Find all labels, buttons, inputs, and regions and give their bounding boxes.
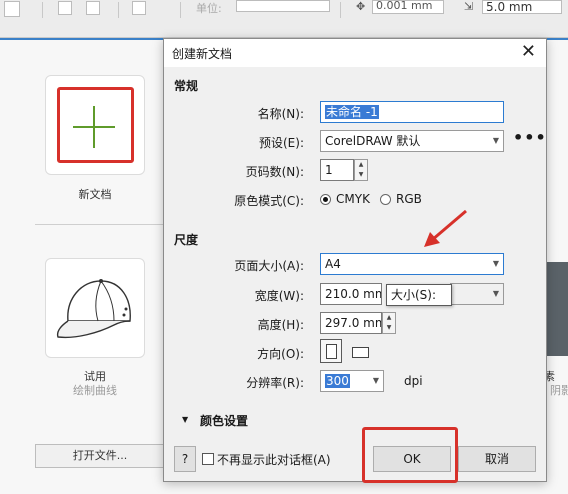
cmyk-radio[interactable] — [320, 194, 331, 205]
preset-label: 预设(E): — [259, 136, 304, 150]
trial-card[interactable] — [45, 258, 145, 358]
duplicate-distance-input[interactable]: 5.0 mm — [482, 0, 562, 14]
section-dimensions: 尺度 — [174, 233, 199, 247]
orientation-label: 方向(O): — [257, 347, 304, 361]
section-color-settings[interactable]: 颜色设置 — [200, 412, 248, 429]
toolbar-separator — [340, 2, 341, 18]
size-tooltip: 大小(S): — [386, 284, 452, 306]
trial-sublabel: 绘制曲线 — [73, 384, 117, 397]
close-icon[interactable]: ✕ — [521, 41, 536, 63]
more-options-icon[interactable]: ••• — [513, 128, 547, 147]
width-value: 210.0 mm — [325, 287, 382, 301]
page-size-dropdown[interactable]: A4 ▼ — [320, 253, 504, 275]
divider — [35, 224, 165, 225]
red-highlight-ok — [362, 427, 458, 483]
unit-dropdown[interactable] — [236, 0, 330, 12]
dialog-title-bar[interactable]: 创建新文档 ✕ — [164, 39, 546, 67]
cancel-button[interactable]: 取消 — [458, 446, 536, 472]
preset-value: CorelDRAW 默认 — [325, 134, 421, 148]
duplicate-icon: ⇲ — [464, 0, 474, 13]
width-input[interactable]: 210.0 mm — [320, 283, 382, 305]
height-label: 高度(H): — [257, 318, 304, 332]
chevron-down-icon: ▼ — [492, 259, 499, 268]
pages-label: 页码数(N): — [245, 165, 304, 179]
landscape-button[interactable] — [352, 347, 369, 358]
toolbar-separator — [42, 2, 43, 18]
height-stepper[interactable]: ▲ ▼ — [382, 312, 396, 334]
rgb-label: RGB — [396, 192, 422, 206]
width-label: 宽度(W): — [254, 289, 304, 303]
new-document-label: 新文档 — [78, 188, 112, 201]
pages-value: 1 — [325, 163, 333, 177]
section-general: 常规 — [174, 79, 199, 93]
toolbar-control[interactable] — [4, 1, 20, 17]
preset-dropdown[interactable]: CorelDRAW 默认 ▼ — [320, 130, 504, 152]
cap-icon — [56, 279, 131, 339]
resolution-value: 300 — [325, 374, 350, 388]
portrait-button[interactable] — [320, 339, 342, 363]
chevron-down-icon: ▼ — [372, 376, 379, 385]
dont-show-checkbox[interactable] — [202, 453, 214, 465]
page-size-value: A4 — [325, 257, 341, 271]
unit-dropdown[interactable]: ▼ — [450, 283, 504, 305]
nudge-distance-input[interactable]: 0.001 mm — [372, 0, 444, 14]
red-highlight-new-doc — [57, 87, 134, 163]
toolbar-separator — [118, 2, 119, 18]
create-new-document-dialog: 创建新文档 ✕ 常规 名称(N): 未命名 -1 预设(E): CorelDRA… — [163, 38, 547, 482]
cmyk-label: CMYK — [336, 192, 370, 206]
open-file-button[interactable]: 打开文件... — [35, 444, 165, 468]
dont-show-label: 不再显示此对话框(A) — [217, 453, 331, 467]
toolbar-separator — [180, 2, 181, 18]
dialog-title: 创建新文档 — [172, 47, 233, 61]
name-input[interactable]: 未命名 -1 — [320, 101, 504, 123]
resolution-dropdown[interactable]: 300 ▼ — [320, 370, 384, 392]
rgb-radio[interactable] — [380, 194, 391, 205]
page-size-label: 页面大小(A): — [234, 259, 304, 273]
pages-input[interactable]: 1 — [320, 159, 354, 181]
name-label: 名称(N): — [257, 107, 304, 121]
name-value: 未命名 -1 — [325, 105, 379, 119]
toolbar-control[interactable] — [86, 1, 100, 15]
chevron-down-icon: ▼ — [492, 289, 499, 298]
duplicate-distance-value: 5.0 mm — [486, 0, 533, 14]
property-toolbar: 单位: ✥ 0.001 mm ⇲ 5.0 mm — [0, 0, 568, 38]
toolbar-control[interactable] — [132, 1, 146, 15]
nudge-icon: ✥ — [356, 0, 366, 13]
help-button[interactable]: ? — [174, 446, 196, 472]
pages-stepper[interactable]: ▲ ▼ — [354, 159, 368, 181]
shadow-sample-sublabel: 阴影 — [550, 384, 568, 397]
resolution-unit: dpi — [404, 374, 423, 388]
color-mode-label: 原色模式(C): — [234, 194, 304, 208]
nudge-distance-value: 0.001 mm — [376, 0, 433, 12]
resolution-label: 分辨率(R): — [246, 376, 304, 390]
portrait-icon — [326, 344, 337, 359]
height-input[interactable]: 297.0 mm — [320, 312, 382, 334]
expand-triangle-icon[interactable]: ▼ — [182, 415, 188, 424]
height-value: 297.0 mm — [325, 316, 382, 330]
toolbar-control[interactable] — [58, 1, 72, 15]
unit-label: 单位: — [196, 2, 222, 15]
chevron-down-icon: ▼ — [492, 136, 499, 145]
